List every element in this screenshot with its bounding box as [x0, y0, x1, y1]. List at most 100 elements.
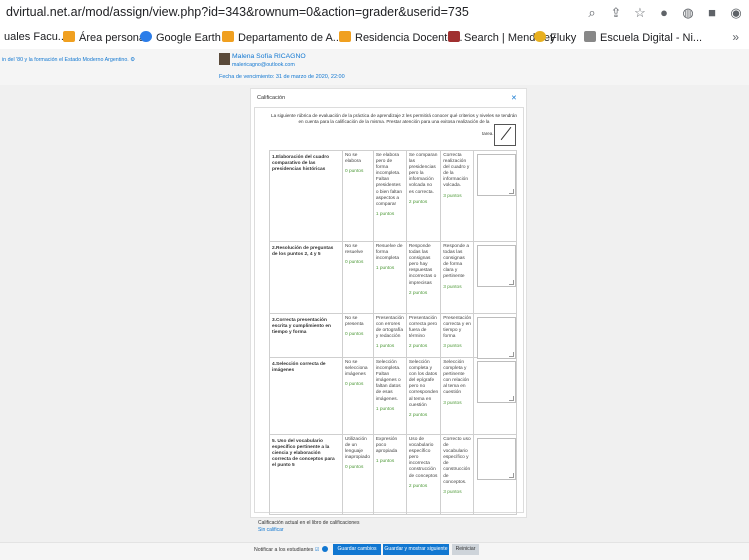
bookmark-escuela-digital[interactable]: Escuela Digital - Ni...	[584, 31, 702, 44]
rubric-row: 2.Resolución de preguntas de los puntos …	[269, 241, 517, 314]
zoom-icon[interactable]: ⌕	[585, 5, 599, 21]
level-points: 1 puntos	[375, 459, 395, 465]
bookmark-google-earth[interactable]: Google Earth	[140, 31, 221, 44]
level-text: Responde todas las consignas pero hay re…	[408, 244, 437, 286]
level-cell[interactable]: No se presenta 0 puntos	[341, 313, 374, 358]
rubric-row: 5. Uso del vocabulario específico pertin…	[269, 434, 517, 515]
bookmark-facultad[interactable]: uales Facu...	[4, 31, 67, 43]
criterion-title: 4.Selección correcta de imágenes	[269, 357, 343, 435]
level-cell[interactable]: Resuelve de forma incompleta 1 puntos	[372, 241, 407, 314]
rubric-row: 3.Correcta presentación escrita y cumpli…	[269, 313, 517, 359]
avatar	[219, 53, 230, 65]
level-cell[interactable]: No se elabora 0 puntos	[341, 150, 374, 242]
level-cell[interactable]: No se selecciona imágenes 0 puntos	[341, 357, 374, 435]
save-next-button[interactable]: Guardar y mostrar siguiente	[383, 544, 449, 555]
level-points: 2 puntos	[408, 483, 428, 489]
rubric-row: 4.Selección correcta de imágenes No se s…	[269, 357, 517, 435]
level-points: 1 puntos	[375, 211, 395, 217]
level-text: Uso de vocabulario específico pero incor…	[408, 437, 438, 479]
address-bar[interactable]: dvirtual.net.ar/mod/assign/view.php?id=3…	[0, 0, 749, 28]
level-points: 1 puntos	[375, 266, 395, 272]
extension-icon-3[interactable]: ■	[705, 5, 719, 21]
bookmarks-bar: uales Facu... Área personal Google Earth…	[0, 27, 749, 50]
level-text: Se comparan las presidencias pero la inf…	[408, 153, 438, 195]
extension-icon-4[interactable]: ◉	[729, 5, 743, 21]
level-cell[interactable]: Selección completa y pertinente con rela…	[440, 357, 475, 435]
bookmarks-more-icon[interactable]: »	[732, 30, 739, 44]
checkbox-icon[interactable]: ☑	[315, 547, 320, 553]
remark-cell	[473, 150, 517, 242]
bookmark-departamento[interactable]: Departamento de A...	[222, 31, 342, 44]
level-text: No se selecciona imágenes	[344, 360, 368, 378]
level-cell[interactable]: Selección completa y con los datos del e…	[405, 357, 442, 435]
level-cell[interactable]: Presentación correcta y en tiempo y form…	[440, 313, 475, 358]
level-cell[interactable]: Se comparan las presidencias pero la inf…	[405, 150, 442, 242]
remark-textarea[interactable]	[477, 438, 517, 480]
level-cell[interactable]: Presentación con errores de ortografía y…	[372, 313, 407, 358]
level-text: Resuelve de forma incompleta	[375, 244, 403, 262]
level-text: Selección incompleta. Faltan imágenes o …	[375, 360, 401, 402]
level-text: Presentación correcta pero fuera de térm…	[408, 316, 438, 340]
level-points: 2 puntos	[408, 344, 428, 350]
student-email[interactable]: malericagno@outlook.com	[232, 62, 295, 68]
level-cell[interactable]: Correcto uso de vocabulario específico y…	[440, 434, 475, 515]
remark-textarea[interactable]	[477, 361, 517, 403]
level-text: Selección completa y con los datos del e…	[408, 360, 439, 408]
extension-icon-2[interactable]: ◍	[681, 5, 695, 21]
bookmark-residencia[interactable]: Residencia Docente...	[339, 31, 463, 44]
reset-button[interactable]: Reiniciar	[452, 544, 479, 555]
remark-cell	[473, 357, 517, 435]
url-text[interactable]: dvirtual.net.ar/mod/assign/view.php?id=3…	[6, 5, 469, 19]
remark-cell	[473, 241, 517, 314]
level-points: 2 puntos	[408, 290, 428, 296]
save-button[interactable]: Guardar cambios	[333, 544, 381, 555]
level-text: Expresión poco apropiada	[375, 437, 398, 455]
grader-header: in del '80 y la formación el Estado Mode…	[0, 49, 749, 86]
student-name[interactable]: Malena Sofía RICAGNO	[232, 53, 306, 60]
share-icon[interactable]: ⇪	[609, 5, 623, 21]
level-cell[interactable]: Uso de vocabulario específico pero incor…	[405, 434, 442, 515]
course-settings-icon[interactable]: ⚙	[130, 57, 135, 63]
remark-textarea[interactable]	[477, 154, 517, 196]
criterion-title: 3.Correcta presentación escrita y cumpli…	[269, 313, 343, 358]
help-icon[interactable]	[322, 546, 328, 552]
rubric-table: 1.Elaboración del cuadro comparativo de …	[269, 150, 517, 515]
level-text: Utilización de un lenguaje inapropiado	[344, 437, 371, 461]
remark-textarea[interactable]	[477, 317, 517, 359]
bookmark-fluky[interactable]: Fluky	[534, 31, 576, 44]
level-points: 1 puntos	[375, 344, 395, 350]
course-link[interactable]: in del '80 y la formación el Estado Mode…	[2, 57, 135, 63]
level-text: Correcto uso de vocabulario específico y…	[443, 437, 471, 485]
collapse-icon[interactable]: ✕	[511, 94, 517, 102]
level-cell[interactable]: Presentación correcta pero fuera de térm…	[405, 313, 442, 358]
level-points: 3 puntos	[443, 489, 462, 495]
current-grade-label: Calificación actual en el libro de calif…	[258, 520, 360, 526]
bookmark-area-personal[interactable]: Área personal	[63, 31, 148, 44]
level-points: 0 puntos	[344, 382, 364, 388]
level-text: Presentación con errores de ortografía y…	[375, 316, 404, 340]
level-cell[interactable]: Correcta realización del cuadro y de la …	[440, 150, 475, 242]
level-cell[interactable]: Utilización de un lenguaje inapropiado 0 …	[341, 434, 374, 515]
remark-textarea[interactable]	[477, 245, 517, 287]
star-icon[interactable]: ☆	[633, 5, 647, 21]
level-cell[interactable]: Se elabora pero de forma incompleta. Fal…	[372, 150, 407, 242]
level-cell[interactable]: No se resuelve 0 puntos	[341, 241, 374, 314]
extension-icon[interactable]: ●	[657, 5, 671, 21]
level-cell[interactable]: Selección incompleta. Faltan imágenes o …	[372, 357, 407, 435]
level-points: 3 puntos	[443, 344, 462, 350]
level-points: 3 puntos	[443, 193, 462, 199]
level-cell[interactable]: Responde todas las consignas pero hay re…	[405, 241, 442, 314]
signature-image	[494, 124, 516, 146]
moodle-icon	[222, 31, 234, 42]
due-date: Fecha de vencimiento: 31 de marzo de 202…	[219, 74, 345, 80]
current-grade-value[interactable]: Sin calificar	[258, 527, 284, 533]
level-points: 0 puntos	[344, 465, 364, 471]
level-text: No se elabora	[344, 153, 361, 165]
level-cell[interactable]: Expresión poco apropiada 1 puntos	[372, 434, 407, 515]
level-points: 0 puntos	[344, 332, 364, 338]
rubric-intro: La siguiente rúbrica de evaluación de la…	[271, 113, 517, 125]
remark-cell	[473, 313, 517, 359]
level-text: Selección completa y pertinente con rela…	[443, 360, 470, 396]
level-cell[interactable]: Responde a todas las consignas de forma …	[440, 241, 475, 314]
level-text: Correcta realización del cuadro y de la …	[443, 153, 470, 189]
